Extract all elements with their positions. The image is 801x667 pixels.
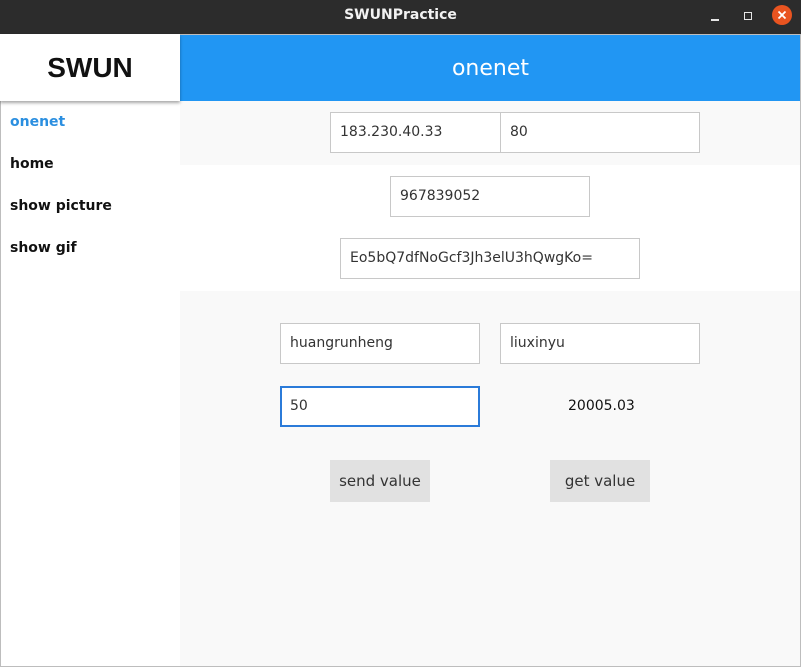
- sidebar-item-show-gif[interactable]: show gif: [10, 237, 77, 259]
- main-panel: onenet 183.230.40.33 80 967839052 Eo5bQ7…: [180, 34, 801, 667]
- app-window: SWUNPractice SWUN onenet home show pictu…: [0, 0, 801, 667]
- user-b-input[interactable]: liuxinyu: [500, 323, 700, 364]
- api-key-input[interactable]: Eo5bQ7dfNoGcf3Jh3elU3hQwgKo=: [340, 238, 640, 279]
- value-section: huangrunheng liuxinyu 50 20005.03 send v…: [180, 291, 801, 667]
- close-icon[interactable]: [772, 5, 792, 25]
- user-a-input[interactable]: huangrunheng: [280, 323, 480, 364]
- send-value-input[interactable]: 50: [280, 386, 480, 427]
- connection-row: 183.230.40.33 80: [180, 101, 801, 165]
- device-id-input[interactable]: 967839052: [390, 176, 590, 217]
- maximize-icon[interactable]: [738, 6, 758, 26]
- app-logo: SWUN: [0, 34, 180, 101]
- window-title: SWUNPractice: [344, 7, 457, 23]
- title-bar: SWUNPractice: [0, 0, 801, 34]
- sidebar-item-home[interactable]: home: [10, 153, 54, 175]
- received-value: 20005.03: [568, 398, 635, 414]
- port-input[interactable]: 80: [500, 112, 700, 153]
- minimize-icon[interactable]: [705, 6, 725, 26]
- ip-address-input[interactable]: 183.230.40.33: [330, 112, 501, 153]
- sidebar-item-show-picture[interactable]: show picture: [10, 195, 112, 217]
- device-section: 967839052 Eo5bQ7dfNoGcf3Jh3elU3hQwgKo=: [180, 165, 801, 291]
- get-value-button[interactable]: get value: [550, 460, 650, 502]
- send-value-button[interactable]: send value: [330, 460, 430, 502]
- sidebar: SWUN onenet home show picture show gif: [0, 34, 180, 667]
- close-x-glyph: [777, 10, 787, 20]
- sidebar-item-onenet[interactable]: onenet: [10, 111, 65, 133]
- page-header: onenet: [180, 34, 801, 101]
